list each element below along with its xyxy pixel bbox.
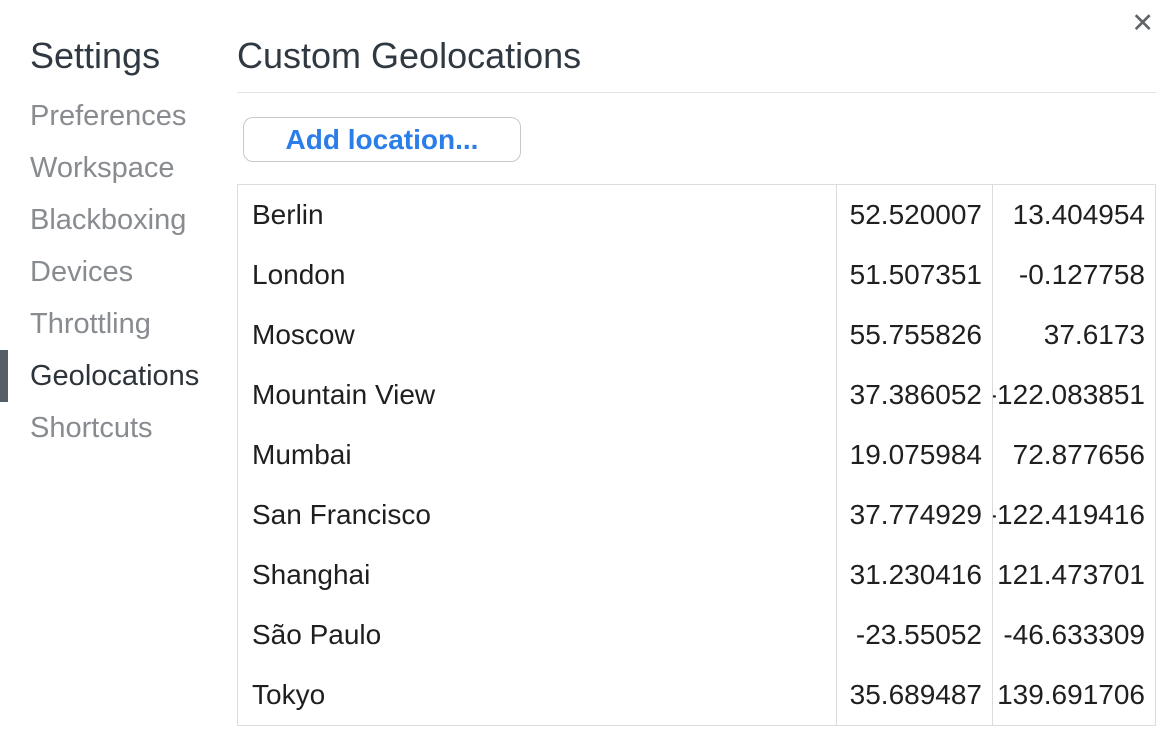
table-row[interactable]: San Francisco 37.774929 -122.419416 — [238, 485, 1155, 545]
latitude-cell[interactable]: -23.55052 — [836, 605, 992, 665]
table-row[interactable]: London 51.507351 -0.127758 — [238, 245, 1155, 305]
longitude-cell[interactable]: -122.419416 — [992, 485, 1155, 545]
geolocations-table: Berlin 52.520007 13.404954 London 51.507… — [237, 184, 1156, 726]
latitude-cell[interactable]: 51.507351 — [836, 245, 992, 305]
sidebar-item-devices[interactable]: Devices — [0, 246, 237, 298]
add-location-button[interactable]: Add location... — [243, 117, 521, 162]
settings-sidebar-nav: Preferences Workspace Blackboxing Device… — [0, 90, 237, 454]
location-name-cell[interactable]: Mumbai — [238, 425, 836, 485]
sidebar-item-throttling[interactable]: Throttling — [0, 298, 237, 350]
longitude-cell[interactable]: -122.083851 — [992, 365, 1155, 425]
location-name-cell[interactable]: Berlin — [238, 185, 836, 245]
table-row[interactable]: Tokyo 35.689487 139.691706 — [238, 665, 1155, 725]
settings-title: Settings — [30, 36, 160, 76]
sidebar-item-label: Devices — [30, 256, 133, 289]
table-row[interactable]: Moscow 55.755826 37.6173 — [238, 305, 1155, 365]
sidebar-item-geolocations[interactable]: Geolocations — [0, 350, 237, 402]
latitude-cell[interactable]: 35.689487 — [836, 665, 992, 725]
sidebar-item-label: Throttling — [30, 308, 151, 341]
sidebar-item-label: Workspace — [30, 152, 175, 185]
location-name-cell[interactable]: Tokyo — [238, 665, 836, 725]
table-row[interactable]: Mumbai 19.075984 72.877656 — [238, 425, 1155, 485]
longitude-cell[interactable]: 72.877656 — [992, 425, 1155, 485]
latitude-cell[interactable]: 52.520007 — [836, 185, 992, 245]
location-name-cell[interactable]: Moscow — [238, 305, 836, 365]
table-row[interactable]: São Paulo -23.55052 -46.633309 — [238, 605, 1155, 665]
longitude-cell[interactable]: -0.127758 — [992, 245, 1155, 305]
location-name-cell[interactable]: San Francisco — [238, 485, 836, 545]
longitude-cell[interactable]: 13.404954 — [992, 185, 1155, 245]
longitude-cell[interactable]: 121.473701 — [992, 545, 1155, 605]
table-row[interactable]: Berlin 52.520007 13.404954 — [238, 185, 1155, 245]
title-divider — [237, 92, 1156, 93]
latitude-cell[interactable]: 55.755826 — [836, 305, 992, 365]
location-name-cell[interactable]: Mountain View — [238, 365, 836, 425]
sidebar-item-label: Shortcuts — [30, 412, 153, 445]
table-row[interactable]: Mountain View 37.386052 -122.083851 — [238, 365, 1155, 425]
sidebar-item-label: Blackboxing — [30, 204, 186, 237]
sidebar-item-blackboxing[interactable]: Blackboxing — [0, 194, 237, 246]
location-name-cell[interactable]: São Paulo — [238, 605, 836, 665]
longitude-cell[interactable]: -46.633309 — [992, 605, 1155, 665]
latitude-cell[interactable]: 37.774929 — [836, 485, 992, 545]
latitude-cell[interactable]: 31.230416 — [836, 545, 992, 605]
sidebar-item-label: Geolocations — [30, 360, 199, 393]
longitude-cell[interactable]: 37.6173 — [992, 305, 1155, 365]
latitude-cell[interactable]: 37.386052 — [836, 365, 992, 425]
table-row[interactable]: Shanghai 31.230416 121.473701 — [238, 545, 1155, 605]
latitude-cell[interactable]: 19.075984 — [836, 425, 992, 485]
sidebar-item-workspace[interactable]: Workspace — [0, 142, 237, 194]
page-title: Custom Geolocations — [237, 36, 581, 76]
longitude-cell[interactable]: 139.691706 — [992, 665, 1155, 725]
location-name-cell[interactable]: London — [238, 245, 836, 305]
sidebar-item-label: Preferences — [30, 100, 186, 133]
location-name-cell[interactable]: Shanghai — [238, 545, 836, 605]
sidebar-item-shortcuts[interactable]: Shortcuts — [0, 402, 237, 454]
sidebar-item-preferences[interactable]: Preferences — [0, 90, 237, 142]
close-icon[interactable]: ✕ — [1131, 10, 1154, 37]
